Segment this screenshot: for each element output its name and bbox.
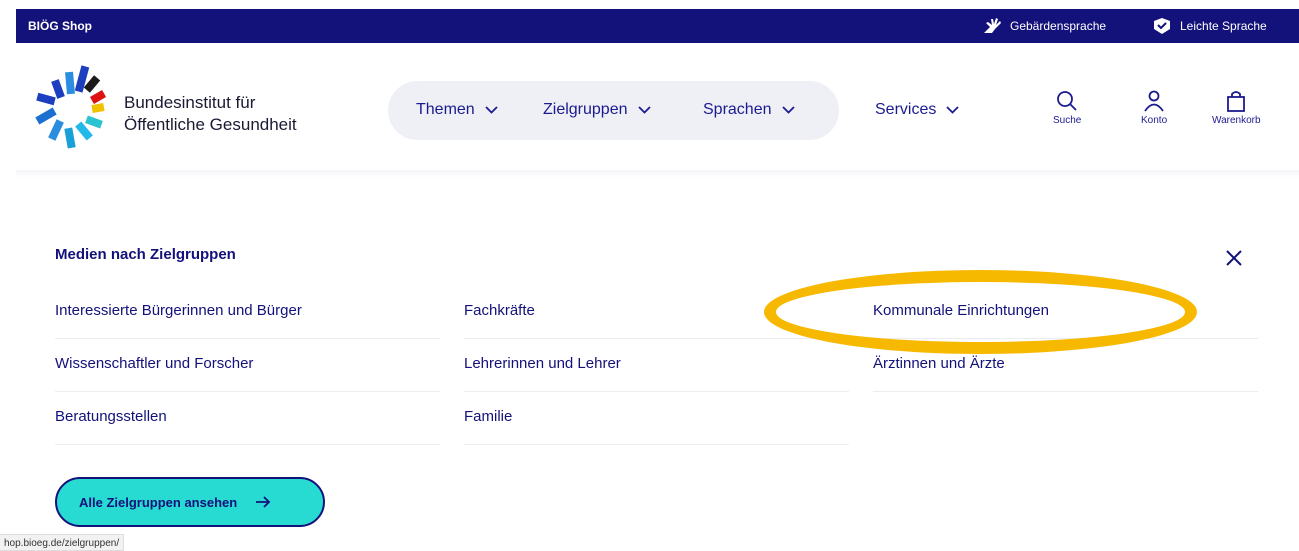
nav-services[interactable]: Services: [875, 101, 959, 119]
header-divider: [16, 170, 1299, 178]
easy-language-link[interactable]: Leichte Sprache: [1152, 17, 1267, 35]
brand-line-2: Öffentliche Gesundheit: [124, 115, 297, 134]
sign-language-label: Gebärdensprache: [1010, 19, 1107, 33]
brand-line-1: Bundesinstitut für: [124, 93, 256, 112]
account-label: Konto: [1141, 115, 1168, 126]
close-icon[interactable]: [1224, 248, 1244, 268]
all-target-groups-button[interactable]: Alle Zielgruppen ansehen: [55, 477, 325, 527]
nav-sprachen[interactable]: Sprachen: [703, 101, 795, 119]
utility-bar: BIÖG Shop Gebärdensprache Leichte Sprach…: [16, 9, 1299, 43]
cart-label: Warenkorb: [1212, 115, 1261, 126]
search-label: Suche: [1053, 115, 1082, 126]
menu-link[interactable]: Ärztinnen und Ärzte: [873, 339, 1258, 392]
arrow-right-icon: [256, 496, 271, 508]
account-button[interactable]: Konto: [1141, 90, 1167, 126]
status-url: hop.bioeg.de/zielgruppen/: [0, 534, 125, 551]
easy-language-icon: [1154, 18, 1170, 34]
menu-link[interactable]: Beratungsstellen: [55, 392, 440, 445]
menu-column-3: Kommunale Einrichtungen Ärztinnen und Är…: [873, 286, 1258, 392]
menu-link[interactable]: Fachkräfte: [464, 286, 849, 339]
nav-themen[interactable]: Themen: [416, 101, 498, 119]
nav-services-label: Services: [875, 101, 937, 118]
cart-button[interactable]: Warenkorb: [1212, 90, 1261, 126]
menu-link[interactable]: Wissenschaftler und Forscher: [55, 339, 440, 392]
menu-column-1: Interessierte Bürgerinnen und Bürger Wis…: [55, 286, 440, 445]
sign-language-link[interactable]: Gebärdensprache: [982, 17, 1106, 35]
sign-language-icon: [984, 18, 1001, 33]
chevron-down-icon: [485, 106, 498, 114]
menu-link[interactable]: Kommunale Einrichtungen: [873, 286, 1258, 339]
shopping-bag-icon: [1227, 91, 1246, 112]
search-button[interactable]: Suche: [1053, 90, 1081, 126]
shop-label[interactable]: BIÖG Shop: [28, 19, 92, 33]
menu-title: Medien nach Zielgruppen: [55, 246, 236, 263]
brand-name[interactable]: Bundesinstitut für Öffentliche Gesundhei…: [124, 92, 297, 136]
logo-icon[interactable]: [34, 62, 114, 158]
top-spacer: [0, 0, 1299, 9]
cta-label: Alle Zielgruppen ansehen: [79, 494, 238, 510]
chevron-down-icon: [637, 106, 651, 114]
search-icon: [1057, 91, 1077, 111]
menu-link[interactable]: Interessierte Bürgerinnen und Bürger: [55, 286, 440, 339]
user-icon: [1144, 90, 1164, 112]
nav-zielgruppen-label: Zielgruppen: [543, 101, 628, 118]
menu-link[interactable]: Lehrerinnen und Lehrer: [464, 339, 849, 392]
nav-themen-label: Themen: [416, 101, 475, 118]
nav-zielgruppen[interactable]: Zielgruppen: [543, 101, 651, 119]
menu-column-2: Fachkräfte Lehrerinnen und Lehrer Famili…: [464, 286, 849, 445]
easy-language-label: Leichte Sprache: [1180, 19, 1267, 33]
chevron-down-icon: [946, 106, 959, 114]
nav-sprachen-label: Sprachen: [703, 101, 772, 118]
chevron-down-icon: [781, 106, 795, 114]
menu-link[interactable]: Familie: [464, 392, 849, 445]
